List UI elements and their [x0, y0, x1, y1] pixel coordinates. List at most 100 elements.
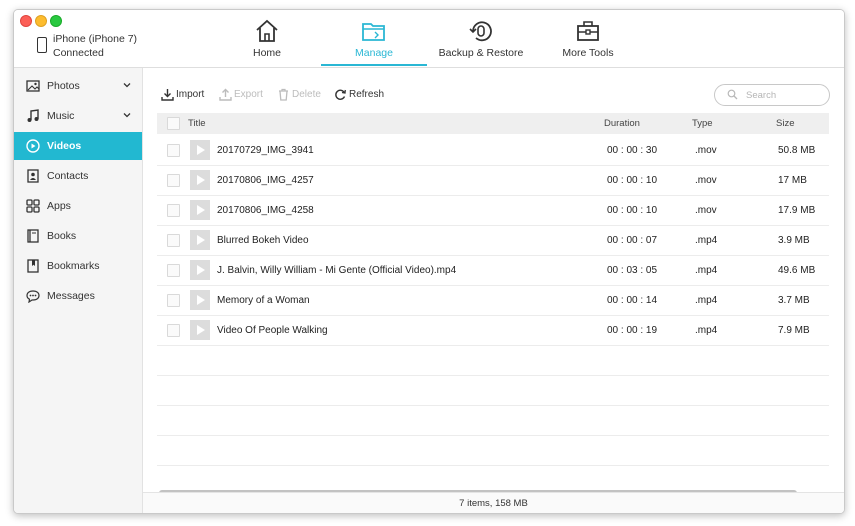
export-label: Export — [234, 89, 263, 100]
video-thumbnail — [190, 260, 210, 280]
photo-icon — [26, 80, 40, 92]
tab-manage[interactable]: Manage — [321, 10, 427, 66]
play-icon — [26, 139, 40, 153]
cell-type: .mov — [695, 175, 717, 186]
cell-duration: 00 : 00 : 30 — [607, 145, 658, 156]
apps-icon — [26, 199, 40, 213]
zoom-window-button[interactable] — [50, 15, 62, 27]
row-checkbox[interactable] — [167, 264, 180, 277]
sidebar-item-label: Books — [47, 230, 77, 242]
import-label: Import — [176, 89, 205, 100]
cell-type: .mp4 — [695, 325, 718, 336]
cell-size: 49.6 MB — [778, 265, 816, 276]
search-box[interactable] — [714, 84, 830, 106]
sidebar-item-photos[interactable]: Photos — [14, 72, 142, 100]
sidebar-item-label: Photos — [47, 80, 80, 92]
row-checkbox[interactable] — [167, 324, 180, 337]
backup-restore-icon — [428, 18, 534, 44]
video-thumbnail — [190, 230, 210, 250]
column-header-duration[interactable]: Duration — [604, 118, 640, 129]
book-icon — [27, 229, 39, 243]
row-checkbox[interactable] — [167, 144, 180, 157]
status-bar: 7 items, 158 MB — [143, 492, 844, 513]
video-thumbnail — [190, 200, 210, 220]
cell-type: .mov — [695, 205, 717, 216]
minimize-window-button[interactable] — [35, 15, 47, 27]
tab-manage-label: Manage — [355, 47, 393, 59]
title-bar: iPhone (iPhone 7) Connected Home Manage … — [14, 10, 844, 68]
import-icon — [161, 89, 174, 101]
table-row[interactable]: Blurred Bokeh Video 00 : 00 : 07 .mp4 3.… — [157, 225, 829, 256]
phone-icon — [37, 37, 47, 53]
cell-title: Blurred Bokeh Video — [217, 235, 309, 246]
row-checkbox[interactable] — [167, 234, 180, 247]
sidebar-item-contacts[interactable]: Contacts — [14, 162, 142, 190]
cell-title: 20170806_IMG_4257 — [217, 175, 314, 186]
sidebar: Photos Music Videos Contacts Apps Books … — [14, 68, 143, 513]
chevron-down-icon[interactable] — [122, 110, 132, 120]
sidebar-item-bookmarks[interactable]: Bookmarks — [14, 252, 142, 280]
sidebar-item-music[interactable]: Music — [14, 102, 142, 130]
table-row[interactable]: 20170806_IMG_4257 00 : 00 : 10 .mov 17 M… — [157, 165, 829, 196]
tab-more-tools-label: More Tools — [562, 47, 614, 59]
device-info[interactable]: iPhone (iPhone 7) Connected — [35, 32, 165, 62]
tab-home-label: Home — [252, 47, 281, 59]
column-header-title[interactable]: Title — [188, 118, 206, 129]
row-checkbox[interactable] — [167, 204, 180, 217]
table-row[interactable]: Video Of People Walking 00 : 00 : 19 .mp… — [157, 315, 829, 346]
empty-row — [157, 405, 829, 436]
empty-row — [157, 375, 829, 406]
sidebar-item-label: Apps — [47, 200, 71, 212]
music-icon — [27, 109, 39, 122]
row-checkbox[interactable] — [167, 174, 180, 187]
sidebar-item-messages[interactable]: Messages — [14, 282, 142, 310]
tab-backup-restore-label: Backup & Restore — [438, 47, 524, 59]
row-checkbox[interactable] — [167, 294, 180, 307]
search-icon — [727, 89, 738, 100]
column-header-type[interactable]: Type — [692, 118, 713, 129]
video-thumbnail — [190, 320, 210, 340]
cell-size: 50.8 MB — [778, 145, 816, 156]
toolbox-icon — [535, 18, 641, 44]
cell-size: 3.9 MB — [778, 235, 810, 246]
select-all-checkbox[interactable] — [167, 117, 180, 130]
sidebar-item-label: Music — [47, 110, 75, 122]
refresh-label: Refresh — [349, 89, 385, 100]
cell-type: .mp4 — [695, 235, 718, 246]
app-window: iPhone (iPhone 7) Connected Home Manage … — [13, 9, 845, 514]
device-name: iPhone (iPhone 7) — [53, 33, 138, 45]
cell-duration: 00 : 03 : 05 — [607, 265, 658, 276]
sidebar-item-apps[interactable]: Apps — [14, 192, 142, 220]
chevron-down-icon[interactable] — [122, 80, 132, 90]
sidebar-item-label: Contacts — [47, 170, 89, 182]
cell-title: J. Balvin, Willy William - Mi Gente (Off… — [217, 265, 457, 276]
search-input[interactable] — [746, 88, 821, 102]
tab-home[interactable]: Home — [214, 10, 320, 66]
cell-duration: 00 : 00 : 14 — [607, 295, 658, 306]
sidebar-item-label: Bookmarks — [47, 260, 100, 272]
column-header-size[interactable]: Size — [776, 118, 794, 129]
folder-icon — [321, 18, 427, 44]
cell-size: 17.9 MB — [778, 205, 816, 216]
export-icon — [219, 88, 232, 101]
table-row[interactable]: J. Balvin, Willy William - Mi Gente (Off… — [157, 255, 829, 286]
contacts-icon — [27, 169, 39, 183]
close-window-button[interactable] — [20, 15, 32, 27]
table-row[interactable]: 20170806_IMG_4258 00 : 00 : 10 .mov 17.9… — [157, 195, 829, 226]
cell-size: 17 MB — [778, 175, 807, 186]
home-icon — [214, 18, 320, 44]
sidebar-item-books[interactable]: Books — [14, 222, 142, 250]
table-row[interactable]: Memory of a Woman 00 : 00 : 14 .mp4 3.7 … — [157, 285, 829, 316]
video-thumbnail — [190, 140, 210, 160]
sidebar-item-label: Messages — [47, 290, 95, 302]
device-status: Connected — [53, 47, 104, 59]
empty-row — [157, 435, 829, 466]
cell-type: .mp4 — [695, 295, 718, 306]
tab-more-tools[interactable]: More Tools — [535, 10, 641, 66]
table-row[interactable]: 20170729_IMG_3941 00 : 00 : 30 .mov 50.8… — [157, 135, 829, 166]
video-thumbnail — [190, 170, 210, 190]
cell-title: 20170806_IMG_4258 — [217, 205, 314, 216]
tab-backup-restore[interactable]: Backup & Restore — [428, 10, 534, 66]
sidebar-item-videos[interactable]: Videos — [14, 132, 142, 160]
refresh-icon — [335, 89, 346, 100]
